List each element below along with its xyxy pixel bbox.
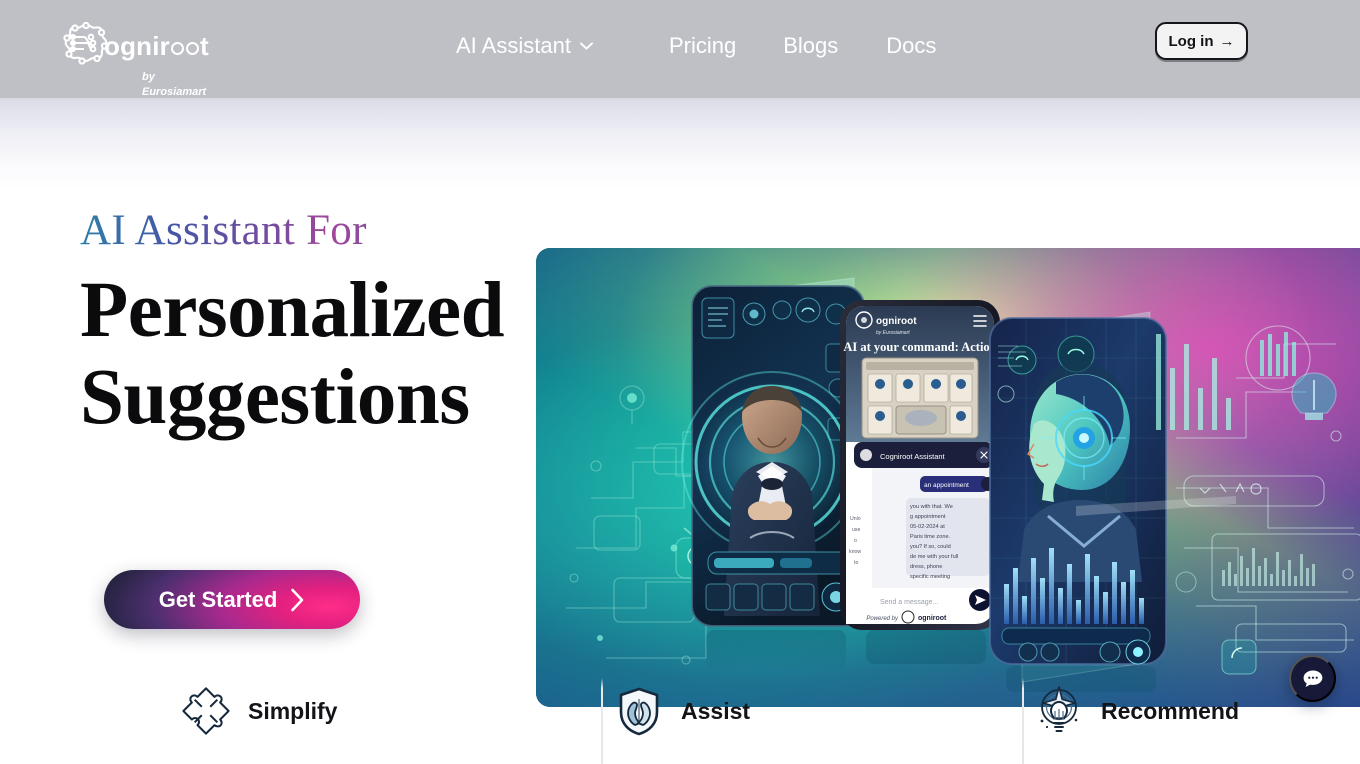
svg-text:dress, phone: dress, phone: [910, 564, 942, 570]
feature-strip: Simplify Assist Recommend: [0, 658, 1360, 764]
brand-word-main: ognir: [104, 31, 170, 61]
nav-item-blogs[interactable]: Blogs: [783, 33, 838, 59]
brand-word-tail: t: [200, 31, 209, 61]
brand-tagline: by Eurosiamart: [142, 70, 206, 100]
brand-wordmark: ognir t: [104, 20, 209, 72]
feature-item-simplify[interactable]: Simplify: [180, 658, 337, 764]
chevron-right-icon: [291, 588, 304, 611]
shield-hands-icon: [619, 687, 659, 736]
page-title: Personalized Suggestions: [80, 267, 505, 441]
svg-text:Paris time zone.: Paris time zone.: [910, 534, 951, 540]
feature-label-simplify: Simplify: [248, 697, 338, 724]
hero-illustration: ogniroot by Eurosiamart AI at your comma…: [536, 248, 1360, 707]
get-started-button[interactable]: Get Started: [104, 570, 360, 629]
svg-text:Unlo: Unlo: [850, 516, 861, 522]
brand-letter-o2: [186, 41, 199, 55]
chevron-down-icon: [580, 42, 593, 50]
brand-tagline-company: Eurosiamart: [142, 86, 207, 98]
svg-text:Powered by: Powered by: [866, 616, 899, 622]
puzzle-pieces-icon: [182, 687, 230, 735]
nav-item-pricing[interactable]: Pricing: [669, 33, 736, 59]
nav-label-docs: Docs: [886, 33, 937, 58]
hero-copy: AI Assistant For Personalized Suggestion…: [80, 207, 505, 441]
svg-text:you? If so, could: you? If so, could: [910, 544, 951, 550]
svg-text:specific meeting: specific meeting: [910, 574, 950, 580]
primary-navigation: AI Assistant Pricing Blogs Docs: [456, 33, 936, 59]
lightbulb-compass-icon: [1040, 686, 1078, 732]
headline-line-2: Suggestions: [80, 353, 470, 441]
nav-label-blogs: Blogs: [783, 33, 839, 58]
svg-text:ogniroot: ogniroot: [876, 316, 917, 327]
svg-text:05-02-2024 at: 05-02-2024 at: [910, 524, 945, 530]
feature-item-assist[interactable]: Assist: [613, 658, 750, 764]
svg-text:AI at your command: Action: AI at your command: Action: [843, 340, 996, 354]
feature-label-assist: Assist: [681, 697, 751, 724]
svg-text:Cogniroot Assistant: Cogniroot Assistant: [880, 452, 946, 461]
arrow-right-icon: →: [1219, 32, 1235, 50]
nav-item-docs[interactable]: Docs: [886, 33, 936, 59]
brand-tagline-by: by: [142, 71, 155, 83]
feature-label-recommend: Recommend: [1101, 697, 1240, 724]
hero-section: AI Assistant For Personalized Suggestion…: [0, 98, 1360, 707]
svg-text:ogniroot: ogniroot: [918, 615, 947, 622]
site-header: ognir t by Eurosiamart AI Assistant Pric…: [0, 0, 1360, 98]
svg-text:use: use: [852, 527, 860, 533]
chat-bubble-icon: [1303, 670, 1322, 687]
brand-logo[interactable]: ognir t by Eurosiamart: [60, 20, 209, 98]
brand-letter-o1: [171, 41, 184, 55]
svg-text:o: o: [854, 538, 857, 544]
hero-eyebrow: AI Assistant For: [80, 207, 500, 254]
feature-divider-2: [1022, 678, 1024, 764]
get-started-label: Get Started: [158, 586, 278, 612]
svg-text:g appointment: g appointment: [910, 514, 946, 520]
nav-item-ai-assistant[interactable]: AI Assistant: [456, 33, 593, 59]
login-button[interactable]: Log in →: [1155, 22, 1248, 60]
login-button-label: Log in: [1168, 32, 1214, 50]
feature-item-recommend[interactable]: Recommend: [1033, 658, 1239, 764]
headline-line-1: Personalized: [80, 267, 505, 355]
svg-text:an appointment: an appointment: [924, 482, 969, 489]
nav-label-ai-assistant: AI Assistant: [456, 33, 571, 58]
nav-label-pricing: Pricing: [668, 33, 737, 58]
svg-text:know: know: [849, 549, 861, 555]
chat-widget-button[interactable]: [1289, 655, 1336, 702]
svg-text:Send a message...: Send a message...: [880, 599, 938, 606]
feature-divider-1: [601, 678, 603, 764]
svg-text:you with that. We: you with that. We: [910, 504, 953, 510]
svg-text:to: to: [854, 560, 858, 566]
svg-text:by Eurosiamart: by Eurosiamart: [876, 330, 910, 336]
svg-text:de me with your full: de me with your full: [910, 554, 958, 560]
